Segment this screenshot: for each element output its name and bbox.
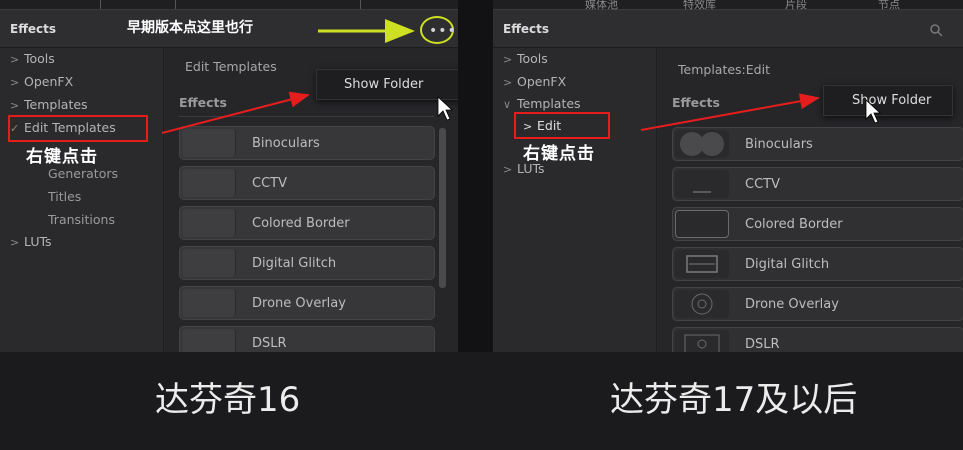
arrow-to-menu-right (640, 93, 820, 131)
caption-davinci-16: 达芬奇16 (155, 380, 301, 420)
caption-davinci-17: 达芬奇17及以后 (610, 380, 858, 420)
mouse-cursor-icon (437, 96, 454, 121)
mouse-cursor-icon (865, 99, 882, 124)
arrow-to-menu-left (161, 91, 310, 134)
